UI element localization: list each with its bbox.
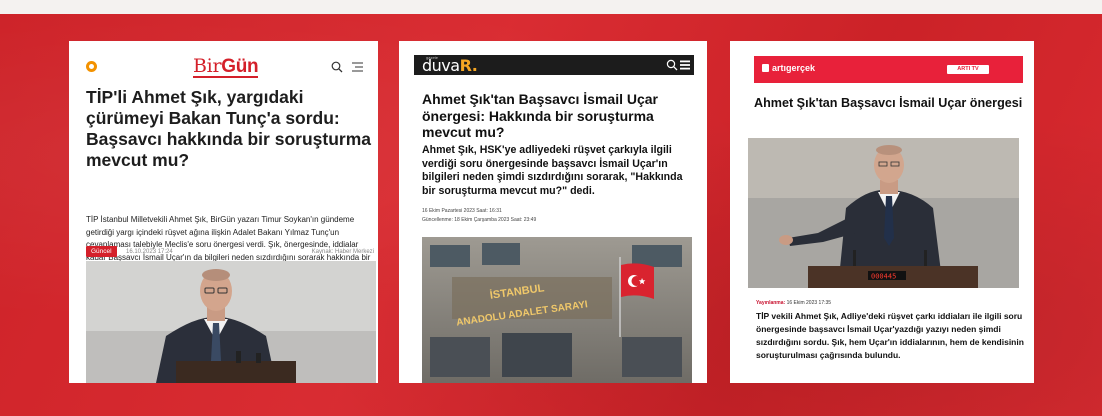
publish-date: 16 Ekim Pazartesi 2023 Saat: 16:31 — [422, 208, 502, 214]
article-lead: TİP vekili Ahmet Şık, Adliye'deki rüşvet… — [756, 311, 1024, 360]
article-title[interactable]: Ahmet Şık'tan Başsavcı İsmail Uçar önerg… — [754, 96, 1024, 111]
source-label: Kaynak: Haber Merkezi — [311, 249, 374, 255]
search-icon[interactable] — [666, 59, 678, 71]
duvar-header: gazete duvaR. — [414, 55, 694, 75]
category-tag[interactable]: Güncel — [86, 246, 117, 257]
birgun-header: BirGün — [69, 41, 378, 81]
search-icon[interactable] — [331, 61, 343, 73]
duvar-article-card[interactable]: gazete duvaR. Ahmet Şık'tan Başsavcı İsm… — [399, 41, 707, 383]
top-strip — [0, 0, 1102, 14]
birgun-logo[interactable]: BirGün — [193, 55, 259, 78]
vote-display: 000445 — [871, 273, 896, 281]
artigercek-article-card[interactable]: artıgerçek ARTI TV Ahmet Şık'tan Başsavc… — [730, 41, 1034, 383]
artigercek-header: artıgerçek ARTI TV — [754, 56, 1023, 83]
birgun-logo-part1: Bir — [193, 55, 222, 77]
article-photo: İSTANBUL ANADOLU ADALET SARAYI — [422, 237, 692, 383]
publish-date: 16.10.2023 17:24 — [126, 249, 173, 255]
published-label: Yayınlanma: — [756, 300, 786, 306]
courthouse-illustration: İSTANBUL ANADOLU ADALET SARAYI — [422, 237, 692, 383]
article-title[interactable]: Ahmet Şık'tan Başsavcı İsmail Uçar önerg… — [422, 91, 692, 141]
artigercek-logo-icon — [762, 64, 769, 72]
menu-icon[interactable] — [680, 60, 690, 70]
article-title[interactable]: TİP'li Ahmet Şık, yargıdaki çürümeyi Bak… — [86, 87, 371, 171]
speaker-illustration — [86, 261, 376, 383]
duvar-logo-main: duva — [422, 56, 460, 75]
artigercek-logo[interactable]: artıgerçek — [762, 63, 815, 73]
birgun-logo-part2: Gün — [221, 56, 259, 77]
article-photo — [86, 261, 376, 383]
article-photo: 000445 — [748, 138, 1019, 288]
publish-info: Yayınlanma: 16 Ekim 2023 17:35 — [756, 300, 831, 306]
parliament-speaker-illustration: 000445 — [748, 138, 1019, 288]
article-meta: Güncel 16.10.2023 17:24 Kaynak: Haber Me… — [86, 246, 376, 260]
arti-tv-button[interactable]: ARTI TV — [947, 65, 989, 74]
published-date: 16 Ekim 2023 17:35 — [786, 300, 832, 306]
update-date: Güncellenme: 18 Ekim Çarşamba 2023 Saat:… — [422, 217, 537, 223]
artigercek-logo-text: artıgerçek — [772, 63, 816, 73]
duvar-logo-accent: R. — [459, 56, 478, 75]
duvar-logo[interactable]: duvaR. — [422, 56, 478, 75]
article-lead: Ahmet Şık, HSK'ye adliyedeki rüşvet çark… — [422, 144, 683, 197]
birgun-app-icon[interactable] — [86, 61, 97, 72]
menu-icon[interactable] — [352, 62, 363, 72]
birgun-article-card[interactable]: BirGün TİP'li Ahmet Şık, yargıdaki çürüm… — [69, 41, 378, 383]
